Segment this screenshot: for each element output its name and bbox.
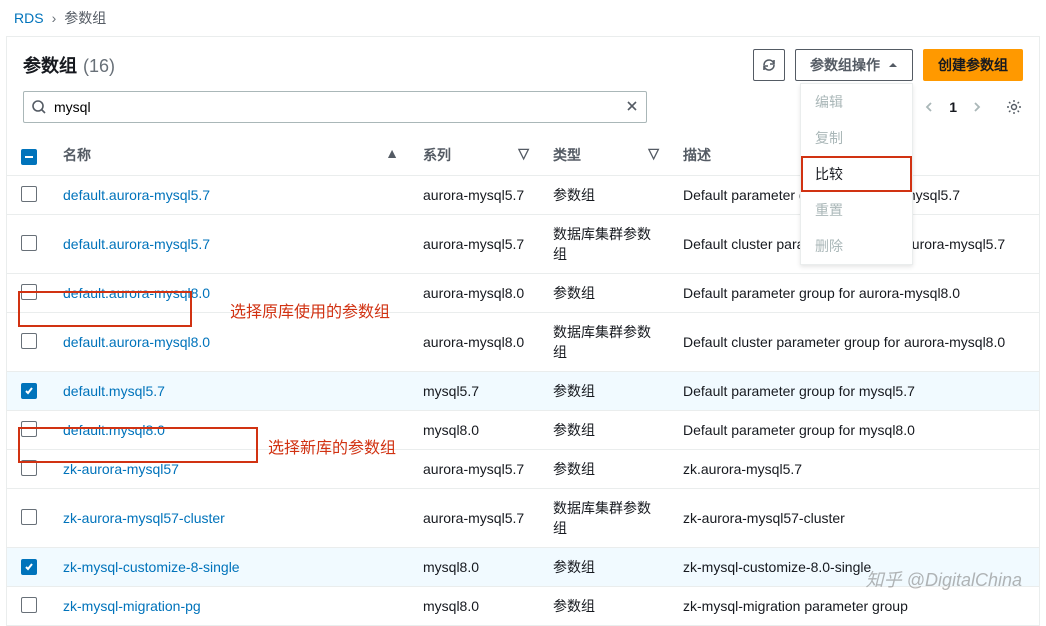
pagination: 1 xyxy=(919,97,1023,117)
row-checkbox[interactable] xyxy=(21,186,37,202)
col-family[interactable]: 系列▽ xyxy=(411,135,541,176)
breadcrumb-root[interactable]: RDS xyxy=(14,10,44,26)
cell-description: Default parameter group for mysql8.0 xyxy=(671,411,1039,450)
sort-asc-icon: ▲ xyxy=(385,145,399,161)
pager-next[interactable] xyxy=(967,97,987,117)
page-title: 参数组 (16) xyxy=(23,52,115,78)
parameter-groups-panel: 参数组 (16) 参数组操作 创建参数组 编辑 复制 比较 重置 删除 xyxy=(6,36,1040,626)
row-checkbox[interactable] xyxy=(21,383,37,399)
parameter-group-link[interactable]: default.aurora-mysql5.7 xyxy=(63,187,210,203)
refresh-icon xyxy=(761,57,777,73)
clear-search-button[interactable] xyxy=(625,99,639,113)
actions-dropdown-button[interactable]: 参数组操作 xyxy=(795,49,913,81)
row-checkbox[interactable] xyxy=(21,597,37,613)
chevron-left-icon xyxy=(923,101,935,113)
parameter-group-link[interactable]: default.aurora-mysql8.0 xyxy=(63,334,210,350)
filter-icon: ▽ xyxy=(648,145,659,162)
cell-type: 参数组 xyxy=(541,176,671,215)
search-field xyxy=(23,91,647,123)
parameter-group-link[interactable]: default.aurora-mysql8.0 xyxy=(63,285,210,301)
cell-family: aurora-mysql8.0 xyxy=(411,274,541,313)
dropdown-item-delete: 删除 xyxy=(801,228,912,264)
cell-type: 参数组 xyxy=(541,587,671,626)
parameter-group-link[interactable]: zk-mysql-customize-8-single xyxy=(63,559,240,575)
parameter-group-link[interactable]: default.mysql5.7 xyxy=(63,383,165,399)
row-checkbox[interactable] xyxy=(21,235,37,251)
cell-family: mysql8.0 xyxy=(411,548,541,587)
dropdown-item-compare[interactable]: 比较 xyxy=(801,156,912,192)
gear-icon xyxy=(1005,98,1023,116)
cell-family: aurora-mysql5.7 xyxy=(411,215,541,274)
select-all-checkbox[interactable] xyxy=(21,149,37,165)
col-name[interactable]: 名称▲ xyxy=(51,135,411,176)
create-parameter-group-button[interactable]: 创建参数组 xyxy=(923,49,1023,81)
cell-family: mysql8.0 xyxy=(411,411,541,450)
actions-dropdown-menu: 编辑 复制 比较 重置 删除 xyxy=(800,83,913,265)
table-row[interactable]: default.aurora-mysql8.0 aurora-mysql8.0参数… xyxy=(7,274,1039,313)
table-row[interactable]: zk-aurora-mysql57-cluster aurora-mysql5.7… xyxy=(7,489,1039,548)
table-row[interactable]: zk-aurora-mysql57 aurora-mysql5.7参数组zk.au… xyxy=(7,450,1039,489)
row-checkbox[interactable] xyxy=(21,559,37,575)
dropdown-item-copy: 复制 xyxy=(801,120,912,156)
chevron-right-icon: › xyxy=(52,10,57,26)
parameter-group-link[interactable]: default.mysql8.0 xyxy=(63,422,165,438)
cell-family: aurora-mysql8.0 xyxy=(411,313,541,372)
parameter-group-link[interactable]: default.aurora-mysql5.7 xyxy=(63,236,210,252)
breadcrumb: RDS › 参数组 xyxy=(0,0,1046,36)
cell-family: mysql8.0 xyxy=(411,587,541,626)
parameter-group-link[interactable]: zk-aurora-mysql57 xyxy=(63,461,179,477)
row-checkbox[interactable] xyxy=(21,333,37,349)
table-row[interactable]: zk-mysql-customize-8-single mysql8.0参数组zk… xyxy=(7,548,1039,587)
settings-button[interactable] xyxy=(1005,98,1023,116)
row-checkbox[interactable] xyxy=(21,421,37,437)
parameter-group-link[interactable]: zk-aurora-mysql57-cluster xyxy=(63,510,225,526)
count-badge: (16) xyxy=(83,56,115,77)
cell-description: Default cluster parameter group for auro… xyxy=(671,313,1039,372)
cell-type: 数据库集群参数组 xyxy=(541,489,671,548)
cell-type: 参数组 xyxy=(541,548,671,587)
pager-current: 1 xyxy=(949,99,957,115)
cell-type: 参数组 xyxy=(541,372,671,411)
row-checkbox[interactable] xyxy=(21,460,37,476)
cell-type: 参数组 xyxy=(541,274,671,313)
table-row[interactable]: default.mysql8.0 mysql8.0参数组Default param… xyxy=(7,411,1039,450)
dropdown-item-edit: 编辑 xyxy=(801,84,912,120)
cell-description: Default parameter group for aurora-mysql… xyxy=(671,274,1039,313)
cell-family: aurora-mysql5.7 xyxy=(411,176,541,215)
breadcrumb-current: 参数组 xyxy=(64,8,106,28)
search-icon xyxy=(31,99,47,115)
dropdown-item-reset: 重置 xyxy=(801,192,912,228)
row-checkbox[interactable] xyxy=(21,509,37,525)
close-icon xyxy=(625,99,639,113)
cell-family: aurora-mysql5.7 xyxy=(411,489,541,548)
table-row[interactable]: default.mysql5.7 mysql5.7参数组Default param… xyxy=(7,372,1039,411)
col-type[interactable]: 类型▽ xyxy=(541,135,671,176)
cell-family: aurora-mysql5.7 xyxy=(411,450,541,489)
cell-type: 数据库集群参数组 xyxy=(541,215,671,274)
row-checkbox[interactable] xyxy=(21,284,37,300)
table-row[interactable]: default.aurora-mysql8.0 aurora-mysql8.0数据… xyxy=(7,313,1039,372)
refresh-button[interactable] xyxy=(753,49,785,81)
cell-description: zk.aurora-mysql5.7 xyxy=(671,450,1039,489)
cell-description: zk-mysql-customize-8.0-single xyxy=(671,548,1039,587)
cell-description: zk-mysql-migration parameter group xyxy=(671,587,1039,626)
table-row[interactable]: zk-mysql-migration-pg mysql8.0参数组zk-mysql… xyxy=(7,587,1039,626)
parameter-group-link[interactable]: zk-mysql-migration-pg xyxy=(63,598,201,614)
chevron-right-icon xyxy=(971,101,983,113)
search-input[interactable] xyxy=(23,91,647,123)
cell-family: mysql5.7 xyxy=(411,372,541,411)
filter-icon: ▽ xyxy=(518,145,529,162)
cell-type: 数据库集群参数组 xyxy=(541,313,671,372)
cell-description: zk-aurora-mysql57-cluster xyxy=(671,489,1039,548)
caret-up-icon xyxy=(888,60,898,70)
pager-prev[interactable] xyxy=(919,97,939,117)
cell-type: 参数组 xyxy=(541,411,671,450)
cell-description: Default parameter group for mysql5.7 xyxy=(671,372,1039,411)
cell-type: 参数组 xyxy=(541,450,671,489)
